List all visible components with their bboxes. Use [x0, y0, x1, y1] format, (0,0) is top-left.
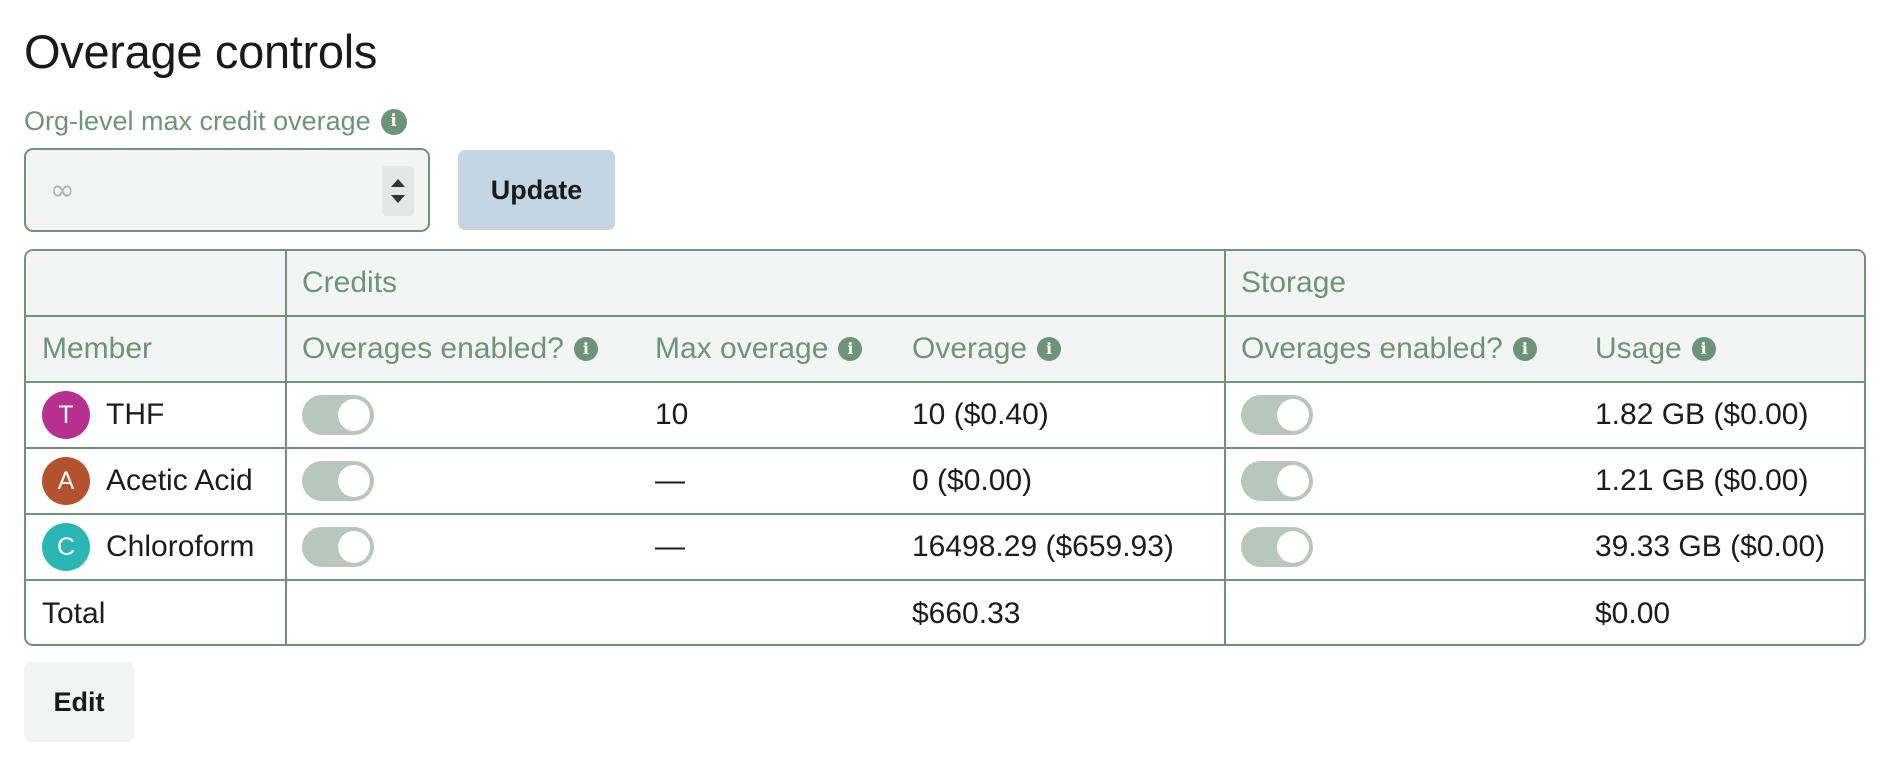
toggle-knob — [338, 399, 370, 431]
total-label: Total — [42, 596, 106, 630]
overage-table: Credits Storage Member Overages enabled?… — [24, 249, 1866, 646]
credits-overages-toggle-cell — [302, 449, 374, 513]
toggle-knob — [1277, 531, 1309, 563]
toggle-knob — [1277, 399, 1309, 431]
storage-overages-toggle[interactable] — [1241, 395, 1313, 435]
avatar: T — [42, 391, 90, 439]
org-limit-label-row: Org-level max credit overage i — [24, 106, 407, 137]
storage-overages-toggle-cell — [1241, 515, 1313, 579]
member-name: Acetic Acid — [106, 464, 253, 497]
table-row: A Acetic Acid — 0 ($0.00) 1.21 GB ($0.00… — [26, 449, 1864, 515]
storage-group-header: Storage — [1241, 266, 1347, 299]
table-header-row: Member Overages enabled? i Max overage i… — [26, 317, 1864, 383]
usage-cell: 1.82 GB ($0.00) — [1595, 398, 1809, 431]
credits-overages-enabled-label: Overages enabled? — [302, 332, 564, 365]
member-column-header: Member — [42, 317, 152, 381]
stepper-down-icon[interactable] — [391, 195, 405, 203]
edit-button[interactable]: Edit — [24, 662, 134, 742]
member-cell: T THF — [42, 383, 164, 447]
storage-overages-enabled-label: Overages enabled? — [1241, 332, 1503, 365]
max-overage-cell: — — [655, 464, 685, 497]
credits-overages-toggle[interactable] — [302, 461, 374, 501]
toggle-knob — [338, 531, 370, 563]
info-icon[interactable]: i — [1037, 337, 1062, 361]
info-icon[interactable]: i — [1691, 337, 1716, 361]
org-limit-input[interactable] — [50, 172, 350, 208]
credits-overages-toggle[interactable] — [302, 527, 374, 567]
info-icon[interactable]: i — [838, 337, 863, 361]
credits-overages-toggle[interactable] — [302, 395, 374, 435]
max-overage-header: Max overage i — [655, 317, 863, 381]
column-divider — [285, 251, 287, 644]
table-total-row: Total $660.33 $0.00 — [26, 581, 1864, 644]
org-limit-label: Org-level max credit overage — [24, 106, 371, 136]
usage-cell: 1.21 GB ($0.00) — [1595, 464, 1809, 497]
max-overage-cell: — — [655, 530, 685, 563]
table-group-header-row: Credits Storage — [26, 251, 1864, 317]
page-title: Overage controls — [24, 25, 378, 78]
storage-overages-toggle-cell — [1241, 383, 1313, 447]
avatar: C — [42, 523, 90, 571]
overage-header: Overage i — [912, 317, 1062, 381]
info-icon[interactable]: i — [1512, 337, 1537, 361]
update-button[interactable]: Update — [458, 150, 615, 230]
overage-cell: 0 ($0.00) — [912, 464, 1033, 497]
overage-cell: 16498.29 ($659.93) — [912, 530, 1174, 563]
storage-overages-toggle[interactable] — [1241, 461, 1313, 501]
total-storage: $0.00 — [1595, 596, 1671, 630]
overage-label: Overage — [912, 332, 1028, 365]
toggle-knob — [338, 465, 370, 497]
usage-label: Usage — [1595, 332, 1682, 365]
credits-group-header: Credits — [302, 266, 398, 299]
stepper-up-icon[interactable] — [391, 179, 405, 187]
table-row: T THF 10 10 ($0.40) 1.82 GB ($0.00) — [26, 383, 1864, 449]
overage-controls-page: Overage controls Org-level max credit ov… — [0, 0, 1890, 760]
credits-overages-enabled-header: Overages enabled? i — [302, 317, 598, 381]
usage-cell: 39.33 GB ($0.00) — [1595, 530, 1826, 563]
info-icon[interactable]: i — [573, 337, 598, 361]
member-name: Chloroform — [106, 530, 255, 563]
toggle-knob — [1277, 465, 1309, 497]
max-overage-cell: 10 — [655, 398, 689, 431]
info-icon[interactable]: i — [380, 108, 407, 135]
overage-cell: 10 ($0.40) — [912, 398, 1049, 431]
member-header-label: Member — [42, 332, 153, 365]
storage-overages-enabled-header: Overages enabled? i — [1241, 317, 1537, 381]
storage-overages-toggle[interactable] — [1241, 527, 1313, 567]
storage-overages-toggle-cell — [1241, 449, 1313, 513]
number-stepper[interactable] — [382, 166, 414, 216]
avatar: A — [42, 457, 90, 505]
credits-overages-toggle-cell — [302, 383, 374, 447]
member-cell: A Acetic Acid — [42, 449, 253, 513]
max-overage-label: Max overage — [655, 332, 829, 365]
usage-header: Usage i — [1595, 317, 1716, 381]
column-divider — [1224, 251, 1226, 644]
credits-overages-toggle-cell — [302, 515, 374, 579]
org-limit-field[interactable] — [24, 148, 430, 232]
member-name: THF — [106, 398, 165, 431]
total-credits: $660.33 — [912, 596, 1021, 630]
member-cell: C Chloroform — [42, 515, 254, 579]
table-row: C Chloroform — 16498.29 ($659.93) 39.33 … — [26, 515, 1864, 581]
